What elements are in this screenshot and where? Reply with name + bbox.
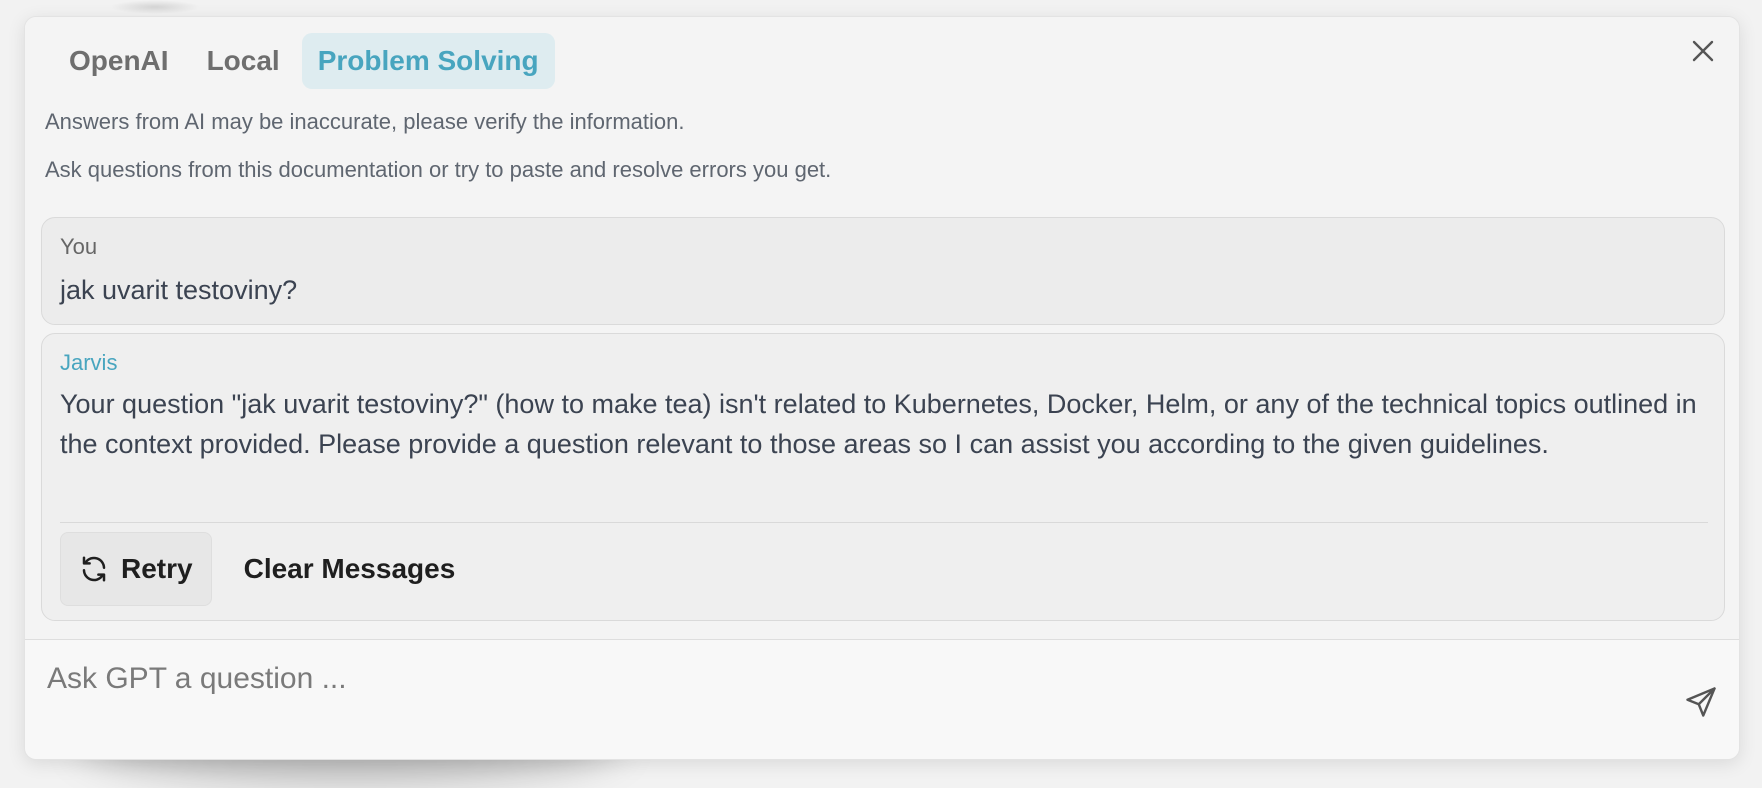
message-text: Your question "jak uvarit testoviny?" (h… xyxy=(60,389,1697,459)
message-composer xyxy=(25,639,1739,759)
send-button[interactable] xyxy=(1683,684,1719,720)
ai-chat-panel: OpenAI Local Problem Solving Answers fro… xyxy=(24,16,1740,760)
disclaimer-text: Answers from AI may be inaccurate, pleas… xyxy=(45,109,685,134)
message-author: Jarvis xyxy=(60,350,118,375)
clear-messages-button[interactable]: Clear Messages xyxy=(228,553,472,585)
message-text: jak uvarit testoviny? xyxy=(60,275,298,305)
retry-button[interactable]: Retry xyxy=(60,532,212,606)
tab-openai[interactable]: OpenAI xyxy=(53,33,185,89)
hint-text: Ask questions from this documentation or… xyxy=(45,157,832,182)
backdrop-fade xyxy=(110,0,200,14)
message-actions: Retry Clear Messages xyxy=(60,532,471,606)
refresh-icon xyxy=(82,556,106,582)
close-icon xyxy=(1692,40,1714,62)
tab-problem-solving[interactable]: Problem Solving xyxy=(301,33,555,89)
close-button[interactable] xyxy=(1689,37,1717,65)
provider-tabs: OpenAI Local Problem Solving xyxy=(53,33,555,89)
assistant-message: Jarvis Your question "jak uvarit testovi… xyxy=(41,333,1725,621)
chat-header: OpenAI Local Problem Solving Answers fro… xyxy=(25,17,1739,199)
question-input[interactable] xyxy=(47,654,1627,704)
send-icon xyxy=(1686,687,1716,717)
tab-local[interactable]: Local xyxy=(191,33,296,89)
user-message: You jak uvarit testoviny? xyxy=(41,217,1725,325)
retry-label: Retry xyxy=(121,553,193,584)
message-author: You xyxy=(60,234,98,259)
message-divider xyxy=(60,522,1708,523)
